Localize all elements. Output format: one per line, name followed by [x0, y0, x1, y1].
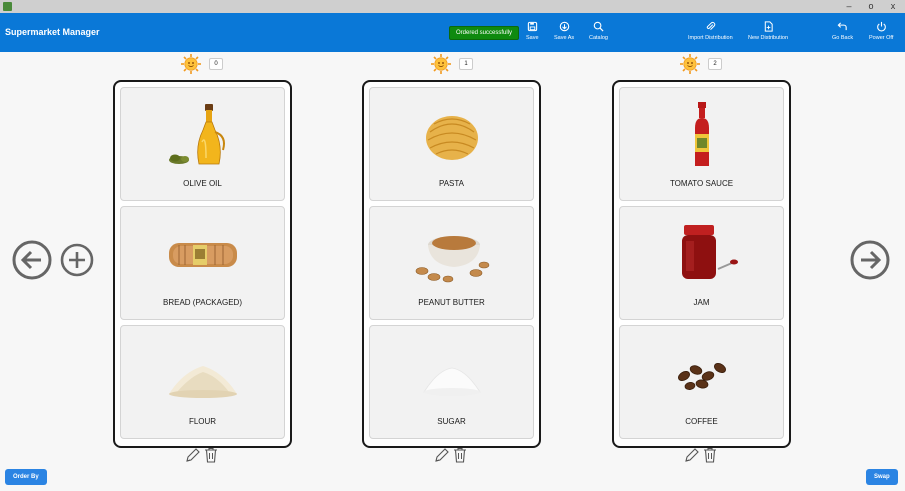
column-index-badge: 1 [459, 58, 473, 70]
product-card-peanut-butter[interactable]: PEANUT BUTTER [369, 206, 534, 320]
shelf-column-0: OLIVE OIL BREAD (PACKAGED) FLOUR [113, 80, 292, 448]
column-index-badge: 2 [708, 58, 722, 70]
import-distribution-button[interactable]: Import Distribution [688, 21, 733, 41]
sun-icon [431, 54, 451, 74]
tomato-sauce-image [694, 102, 709, 166]
product-card-bread-packaged[interactable]: BREAD (PACKAGED) [120, 206, 285, 320]
product-card-sugar[interactable]: SUGAR [369, 325, 534, 439]
product-label: TOMATO SAUCE [669, 179, 734, 188]
product-card-pasta[interactable]: PASTA [369, 87, 534, 201]
save-as-label: Save As [554, 35, 575, 41]
previous-arrow-icon[interactable] [12, 240, 52, 280]
column-2-actions [684, 447, 717, 463]
trash-icon[interactable] [204, 447, 218, 463]
sun-icon [181, 54, 201, 74]
column-index-badge: 0 [209, 58, 223, 70]
bread-image [168, 243, 237, 267]
status-toast: Ordered successfully [449, 26, 520, 40]
peanut-butter-image [415, 236, 489, 283]
pencil-icon[interactable] [434, 447, 450, 463]
back-arrow-icon [837, 22, 847, 31]
swap-button[interactable]: Swap [866, 469, 898, 485]
next-arrow-icon[interactable] [850, 240, 890, 280]
save-button[interactable]: Save [526, 21, 539, 41]
flour-image [168, 366, 237, 398]
product-card-olive-oil[interactable]: OLIVE OIL [120, 87, 285, 201]
new-distribution-button[interactable]: New Distribution [748, 21, 788, 41]
column-2-status: 2 [680, 54, 722, 74]
product-label: PEANUT BUTTER [418, 298, 485, 307]
column-0-status: 0 [181, 54, 223, 74]
column-1-actions [434, 447, 467, 463]
product-label: OLIVE OIL [183, 179, 222, 188]
save-label: Save [526, 35, 539, 41]
product-label: JAM [693, 298, 710, 307]
sun-icon [680, 54, 700, 74]
product-card-tomato-sauce[interactable]: TOMATO SAUCE [619, 87, 784, 201]
new-file-icon [764, 21, 773, 32]
product-label: BREAD (PACKAGED) [163, 298, 242, 307]
product-label: FLOUR [188, 417, 217, 426]
app-header: Supermarket Manager Ordered successfully… [0, 13, 905, 52]
save-as-button[interactable]: Save As [554, 21, 574, 41]
order-by-button[interactable]: Order By [5, 469, 47, 485]
trash-icon[interactable] [453, 447, 467, 463]
save-as-icon [559, 21, 569, 32]
column-1-status: 1 [431, 54, 473, 74]
search-icon [593, 21, 604, 32]
trash-icon[interactable] [703, 447, 717, 463]
pencil-icon[interactable] [185, 447, 201, 463]
close-button[interactable]: x [884, 0, 902, 13]
shelf-column-2: TOMATO SAUCE JAM COFFEE [612, 80, 791, 448]
import-distribution-label: Import Distribution [688, 35, 733, 41]
app-icon [3, 2, 12, 11]
save-icon [527, 21, 537, 32]
maximize-button[interactable]: o [862, 0, 880, 13]
go-back-label: Go Back [832, 35, 854, 41]
column-0-actions [185, 447, 218, 463]
power-off-label: Power Off [869, 35, 894, 41]
new-distribution-label: New Distribution [748, 35, 789, 41]
product-card-coffee[interactable]: COFFEE [619, 325, 784, 439]
product-label: PASTA [438, 179, 465, 188]
catalog-button[interactable]: Catalog [589, 21, 608, 41]
sugar-image [422, 367, 481, 396]
olive-oil-image [168, 104, 225, 165]
product-label: COFFEE [685, 417, 718, 426]
app-title: Supermarket Manager [5, 27, 100, 37]
shelf-column-1: PASTA PEANUT BUTTER SUGAR [362, 80, 541, 448]
product-label: SUGAR [437, 417, 466, 426]
jam-image [681, 225, 738, 279]
power-icon [876, 21, 886, 32]
coffee-image [677, 363, 726, 390]
window-titlebar: – o x [0, 0, 905, 13]
power-off-button[interactable]: Power Off [869, 21, 893, 41]
pasta-image [425, 116, 478, 160]
product-card-flour[interactable]: FLOUR [120, 325, 285, 439]
go-back-button[interactable]: Go Back [832, 21, 853, 41]
product-card-jam[interactable]: JAM [619, 206, 784, 320]
pencil-icon[interactable] [684, 447, 700, 463]
add-column-icon[interactable] [60, 243, 94, 277]
paperclip-icon [706, 21, 716, 30]
catalog-label: Catalog [589, 35, 608, 41]
minimize-button[interactable]: – [840, 0, 858, 13]
